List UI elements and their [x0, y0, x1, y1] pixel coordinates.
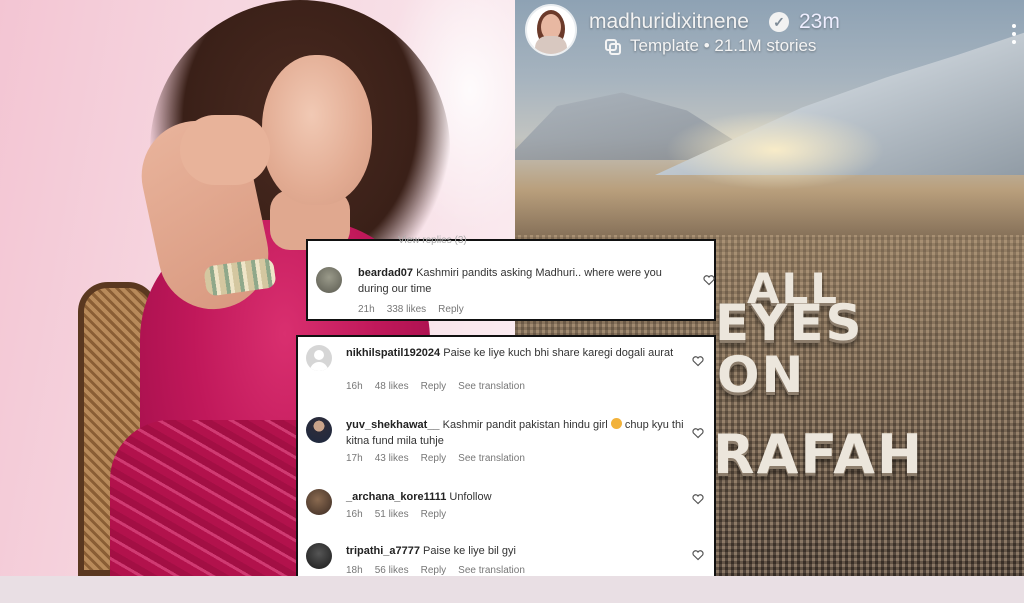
story-avatar[interactable] [527, 6, 575, 54]
comment-body: beardad07 Kashmiri pandits asking Madhur… [358, 265, 688, 297]
story-username[interactable]: madhuridixitnene [589, 10, 749, 34]
hand-with-ring [180, 115, 270, 185]
comment-body: _archana_kore1111 Unfollow [346, 489, 686, 505]
comment-username[interactable]: yuv_shekhawat__ [346, 419, 440, 431]
avatar[interactable] [306, 489, 332, 515]
heart-icon[interactable] [692, 549, 704, 561]
story-image-text-line2: EYES [715, 294, 864, 352]
heart-icon[interactable] [692, 493, 704, 505]
previous-reply-hint: View replies (3) [398, 235, 467, 246]
heart-icon[interactable] [703, 274, 715, 286]
comment-likes[interactable]: 48 likes [375, 381, 409, 392]
comment-text: Paise ke liye bil gyi [423, 545, 516, 557]
comment-meta: 17h 43 likes Reply See translation [346, 453, 537, 464]
template-label[interactable]: Template • 21.1M stories [630, 36, 816, 56]
story-image-text-line4: RAFAH [713, 423, 925, 486]
comment-body: yuv_shekhawat__ Kashmir pandit pakistan … [346, 417, 686, 449]
more-vertical-icon[interactable] [1011, 24, 1017, 50]
comment-time: 18h [346, 565, 363, 576]
avatar[interactable] [306, 345, 332, 371]
comment-text: Paise ke liye kuch bhi share karegi doga… [443, 347, 674, 359]
comment-username[interactable]: beardad07 [358, 267, 413, 279]
list-item: tripathi_a7777 Paise ke liye bil gyi 18h… [298, 543, 714, 603]
list-item: _archana_kore1111 Unfollow 16h 51 likes Re… [298, 487, 714, 547]
comment-username[interactable]: _archana_kore1111 [346, 491, 446, 503]
reply-link[interactable]: Reply [421, 381, 447, 392]
see-translation-link[interactable]: See translation [458, 453, 525, 464]
heart-icon[interactable] [692, 355, 704, 367]
comments-list-card: nikhilspatil192024 Paise ke liye kuch bh… [296, 335, 716, 576]
story-time: 23m [799, 10, 840, 33]
comment-meta: 18h 56 likes Reply See translation [346, 565, 537, 576]
face [262, 55, 372, 205]
comment-text: Kashmir pandit pakistan hindu girl [442, 419, 608, 431]
avatar-body [535, 36, 567, 54]
comment-body: tripathi_a7777 Paise ke liye bil gyi [346, 543, 686, 559]
template-icon [605, 39, 621, 55]
comment-likes[interactable]: 338 likes [387, 304, 426, 315]
comment-meta: 16h 51 likes Reply [346, 509, 458, 520]
story-header: madhuridixitnene ✓ 23m Template • 21.1M … [527, 6, 1016, 56]
reply-link[interactable]: Reply [421, 565, 447, 576]
comment-likes[interactable]: 43 likes [375, 453, 409, 464]
reply-link[interactable]: Reply [438, 304, 464, 315]
story-image-text-line3: ON [717, 346, 806, 404]
comment-username[interactable]: nikhilspatil192024 [346, 347, 440, 359]
comment-username[interactable]: tripathi_a7777 [346, 545, 420, 557]
avatar[interactable] [306, 417, 332, 443]
comment-time: 16h [346, 509, 363, 520]
comment-meta: 21h 338 likes Reply [358, 304, 476, 315]
see-translation-link[interactable]: See translation [458, 381, 525, 392]
list-item: yuv_shekhawat__ Kashmir pandit pakistan … [298, 415, 714, 475]
comment-time: 17h [346, 453, 363, 464]
comment-text: Unfollow [449, 491, 492, 503]
sunlight-glow [665, 110, 885, 190]
angry-emoji-icon [610, 418, 622, 429]
reply-link[interactable]: Reply [421, 509, 447, 520]
comment-likes[interactable]: 56 likes [375, 565, 409, 576]
comment-meta: 16h 48 likes Reply See translation [346, 381, 537, 392]
avatar[interactable] [306, 543, 332, 569]
reply-link[interactable]: Reply [421, 453, 447, 464]
top-comment-card: View replies (3) beardad07 Kashmiri pand… [306, 235, 716, 321]
comment-time: 21h [358, 304, 375, 315]
avatar[interactable] [316, 267, 342, 293]
heart-icon[interactable] [692, 427, 704, 439]
comment-time: 16h [346, 381, 363, 392]
comment-body: nikhilspatil192024 Paise ke liye kuch bh… [346, 345, 686, 361]
verified-badge-icon: ✓ [769, 12, 789, 32]
comment-likes[interactable]: 51 likes [375, 509, 409, 520]
list-item: nikhilspatil192024 Paise ke liye kuch bh… [298, 343, 714, 403]
see-translation-link[interactable]: See translation [458, 565, 525, 576]
